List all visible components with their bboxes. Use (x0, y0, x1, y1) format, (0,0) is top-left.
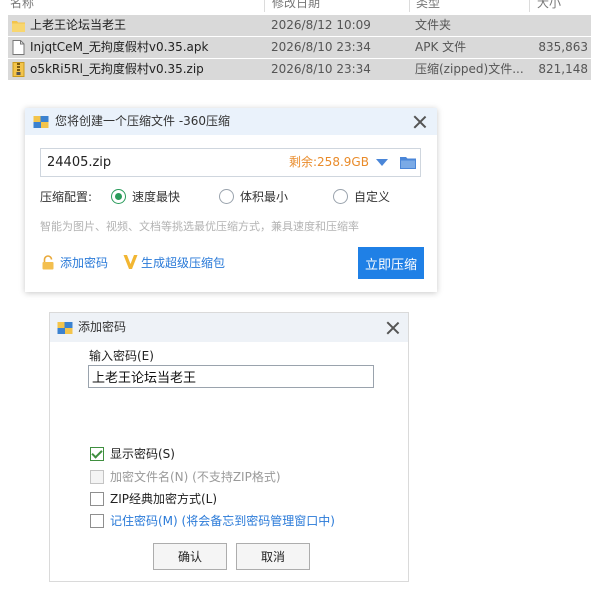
add-password-titlebar[interactable]: 添加密码 (50, 313, 408, 342)
file-row-zip[interactable]: o5kRi5Rl_无拘度假村v0.35.zip 2026/8/10 23:34 … (8, 59, 591, 80)
file-date: 2026/8/12 10:09 (271, 18, 371, 32)
column-size[interactable]: 大小 (537, 0, 561, 11)
show-password-label[interactable]: 显示密码(S) (110, 446, 175, 462)
file-date: 2026/8/10 23:34 (271, 62, 371, 76)
file-icon (12, 40, 25, 55)
zip-icon (12, 62, 25, 77)
column-separator (409, 0, 410, 12)
password-input-label: 输入密码(E) (89, 349, 154, 363)
file-name: 上老王论坛当老王 (30, 18, 127, 32)
free-space-label: 剩余:258.9GB (289, 155, 369, 169)
archive-path-field[interactable]: 24405.zip 剩余:258.9GB (40, 148, 421, 177)
file-size: 835,863 (538, 40, 588, 54)
close-icon[interactable] (386, 321, 400, 335)
column-type[interactable]: 类型 (416, 0, 440, 11)
archive-path-value[interactable]: 24405.zip (47, 149, 111, 176)
file-explorer-list: 名称 修改日期 类型 大小 上老王论坛当老王 2026/8/12 10:09 文… (0, 0, 591, 80)
column-separator (529, 0, 530, 12)
column-name[interactable]: 名称 (10, 0, 34, 11)
password-input[interactable] (88, 365, 374, 388)
column-header: 名称 修改日期 类型 大小 (0, 0, 591, 12)
show-password-checkbox[interactable] (90, 447, 104, 461)
add-password-dialog: 添加密码 输入密码(E) 显示密码(S) 加密文件名(N) (不支持ZIP格式)… (49, 312, 409, 582)
ok-button[interactable]: 确认 (153, 543, 227, 570)
radio-fastest[interactable] (111, 189, 126, 204)
compress-dialog-title: 您将创建一个压缩文件 -360压缩 (55, 114, 231, 128)
file-type: 文件夹 (415, 18, 452, 32)
lock-icon[interactable] (41, 255, 55, 270)
add-password-link[interactable]: 添加密码 (60, 254, 108, 272)
encrypt-filename-checkbox[interactable] (90, 470, 104, 484)
cancel-button[interactable]: 取消 (236, 543, 310, 570)
file-type: 压缩(zipped)文件... (415, 62, 524, 76)
file-type: APK 文件 (415, 40, 467, 54)
file-name: o5kRi5Rl_无拘度假村v0.35.zip (30, 62, 204, 76)
chevron-down-icon[interactable] (376, 159, 388, 166)
encrypt-filename-label: 加密文件名(N) (不支持ZIP格式) (110, 470, 281, 484)
column-date[interactable]: 修改日期 (272, 0, 320, 11)
archive-app-icon (57, 322, 73, 334)
super-pack-v-icon[interactable] (123, 254, 138, 270)
add-password-title: 添加密码 (78, 320, 127, 334)
radio-custom[interactable] (333, 189, 348, 204)
compress-hint-text: 智能为图片、视频、文档等挑选最优压缩方式，兼具速度和压缩率 (40, 220, 359, 233)
compress-dialog-titlebar[interactable]: 您将创建一个压缩文件 -360压缩 (25, 108, 437, 135)
remember-password-label[interactable]: 记住密码(M) (将会备忘到密码管理窗口中) (110, 513, 335, 529)
archive-app-icon (33, 116, 49, 128)
zip-classic-encryption-checkbox[interactable] (90, 492, 104, 506)
compress-dialog: 您将创建一个压缩文件 -360压缩 24405.zip 剩余:258.9GB 压… (25, 108, 437, 292)
radio-smallest[interactable] (219, 189, 234, 204)
folder-icon (12, 21, 25, 32)
file-row-apk[interactable]: InjqtCeM_无拘度假村v0.35.apk 2026/8/10 23:34 … (8, 37, 591, 58)
compress-config-label: 压缩配置: (40, 190, 93, 204)
radio-smallest-label[interactable]: 体积最小 (240, 188, 288, 206)
folder-browse-icon[interactable] (400, 156, 416, 169)
start-compress-button[interactable]: 立即压缩 (358, 247, 424, 279)
file-name: InjqtCeM_无拘度假村v0.35.apk (30, 40, 209, 54)
super-pack-link[interactable]: 生成超级压缩包 (141, 254, 225, 272)
close-icon[interactable] (413, 115, 427, 129)
file-date: 2026/8/10 23:34 (271, 40, 371, 54)
file-size: 821,148 (538, 62, 588, 76)
radio-fastest-label[interactable]: 速度最快 (132, 188, 180, 206)
remember-password-checkbox[interactable] (90, 514, 104, 528)
file-row-folder[interactable]: 上老王论坛当老王 2026/8/12 10:09 文件夹 (8, 15, 591, 36)
column-separator (264, 0, 265, 12)
radio-custom-label[interactable]: 自定义 (354, 188, 390, 206)
zip-classic-encryption-label[interactable]: ZIP经典加密方式(L) (110, 491, 217, 507)
